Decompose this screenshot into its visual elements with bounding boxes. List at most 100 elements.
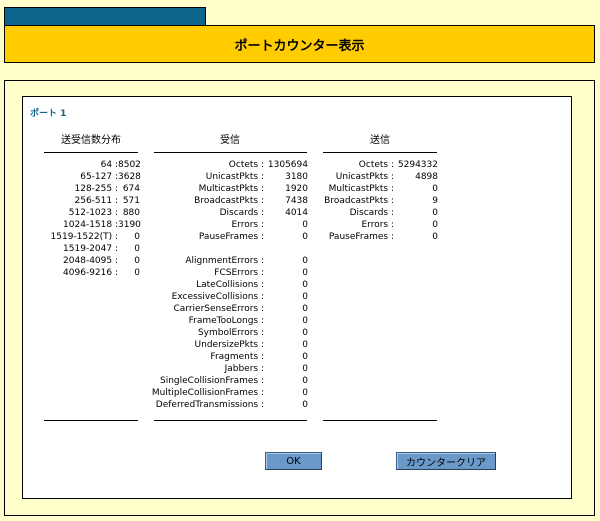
counter-label: 65-127 : — [80, 172, 118, 182]
counter-value: 0 — [302, 220, 308, 230]
counter-label: MulticastPkts : — [328, 184, 394, 194]
list-item: Jabbers : 0 — [150, 363, 310, 375]
counter-label: Jabbers : — [224, 364, 264, 374]
counter-label: BroadcastPkts : — [324, 196, 394, 206]
counter-label: MultipleCollisionFrames : — [151, 388, 264, 398]
counter-label: UnicastPkts : — [335, 172, 394, 182]
ok-button[interactable]: OK — [265, 452, 322, 470]
list-item: Discards : 4014 — [150, 207, 310, 219]
distribution-list: 64 :8502 65-127 :3628 128-255 :674 256-5… — [40, 159, 141, 279]
list-item: 2048-4095 : 0 — [40, 255, 140, 267]
counter-value: 0 — [302, 292, 308, 302]
counter-clear-button[interactable]: カウンタークリア — [396, 452, 496, 470]
list-item: 512-1023 : 880 — [40, 207, 140, 219]
list-item: 64 :8502 — [40, 159, 141, 171]
counter-label: 128-255 : — [74, 184, 119, 194]
send-heading: 送信 — [370, 135, 390, 146]
list-item: LateCollisions : 0 — [150, 279, 310, 291]
counter-label: DeferredTransmissions : — [155, 400, 264, 410]
counter-value: 1305694 — [267, 160, 308, 170]
list-item: PauseFrames : 0 — [320, 231, 440, 243]
counter-label: UndersizePkts : — [194, 340, 264, 350]
distribution-top-rule — [44, 152, 138, 153]
list-item: Errors : 0 — [150, 219, 310, 231]
counter-label: Errors : — [231, 220, 264, 230]
list-item: Errors : 0 — [320, 219, 440, 231]
counter-label: ExcessiveCollisions : — [171, 292, 264, 302]
counter-value: 0 — [302, 352, 308, 362]
header-bar: ポートカウンター表示 — [4, 25, 595, 63]
counter-label: 1024-1518 : — [63, 220, 118, 230]
counter-label: Errors : — [361, 220, 394, 230]
list-item: UnicastPkts : 4898 — [320, 171, 440, 183]
counter-value: 0 — [302, 376, 308, 386]
list-item: MulticastPkts : 0 — [320, 183, 440, 195]
counter-label: Octets : — [228, 160, 264, 170]
list-item: Octets :1305694 — [150, 159, 310, 171]
counter-label: 64 : — [100, 160, 118, 170]
list-item: PauseFrames : 0 — [150, 231, 310, 243]
list-item: 4096-9216 : 0 — [40, 267, 140, 279]
counter-value: 4898 — [415, 172, 438, 182]
counter-value: 0 — [302, 280, 308, 290]
counter-label: 4096-9216 : — [63, 268, 118, 278]
list-item: UnicastPkts : 3180 — [150, 171, 310, 183]
list-item: Discards : 0 — [320, 207, 440, 219]
counter-label: 2048-4095 : — [63, 256, 118, 266]
list-item: 1519-1522(T) : 0 — [40, 231, 140, 243]
counter-value: 0 — [134, 268, 140, 278]
counter-label: 1519-1522(T) : — [50, 232, 118, 242]
counter-value: 0 — [302, 388, 308, 398]
counter-label: SymbolErrors : — [197, 328, 264, 338]
port-label: ポート 1 — [30, 109, 67, 119]
counter-value: 9 — [432, 196, 438, 206]
counter-value: 8502 — [118, 160, 141, 170]
list-item: 1024-1518 :3190 — [40, 219, 141, 231]
list-item: MulticastPkts : 1920 — [150, 183, 310, 195]
counter-label: AlignmentErrors : — [185, 256, 264, 266]
counter-value: 0 — [302, 340, 308, 350]
counter-label: BroadcastPkts : — [194, 196, 264, 206]
list-item: ExcessiveCollisions : 0 — [150, 291, 310, 303]
counter-value: 674 — [122, 184, 140, 194]
counter-value: 4014 — [285, 208, 308, 218]
list-item: 1519-2047 : 0 — [40, 243, 140, 255]
list-item: UndersizePkts : 0 — [150, 339, 310, 351]
counter-value: 0 — [302, 256, 308, 266]
counter-value: 3190 — [118, 220, 141, 230]
list-item: 65-127 :3628 — [40, 171, 141, 183]
counter-label: 256-511 : — [74, 196, 119, 206]
counter-label: PauseFrames : — [198, 232, 264, 242]
counter-label: MulticastPkts : — [198, 184, 264, 194]
counter-value: 0 — [134, 256, 140, 266]
send-bottom-rule — [323, 420, 437, 421]
receive-list: Octets :1305694 UnicastPkts : 3180 Multic… — [150, 159, 310, 411]
list-item: AlignmentErrors : 0 — [150, 255, 310, 267]
list-item: 256-511 :571 — [40, 195, 141, 207]
list-item: MultipleCollisionFrames : 0 — [150, 387, 310, 399]
list-item: Fragments : 0 — [150, 351, 310, 363]
counter-label: CarrierSenseErrors : — [173, 304, 264, 314]
counter-value: 7438 — [285, 196, 308, 206]
counter-label: Discards : — [219, 208, 264, 218]
list-item: BroadcastPkts : 7438 — [150, 195, 310, 207]
counter-label: UnicastPkts : — [205, 172, 264, 182]
counter-label: Fragments : — [210, 352, 264, 362]
counter-value: 0 — [302, 328, 308, 338]
distribution-heading: 送受信数分布 — [61, 135, 121, 146]
counter-value: 0 — [302, 400, 308, 410]
send-list: Octets :5294332 UnicastPkts : 4898 Multic… — [320, 159, 440, 243]
counter-label: FrameTooLongs : — [188, 316, 264, 326]
list-item: SymbolErrors : 0 — [150, 327, 310, 339]
counter-value: 0 — [432, 184, 438, 194]
list-item: BroadcastPkts : 9 — [320, 195, 440, 207]
counter-value: 1920 — [285, 184, 308, 194]
counter-value: 0 — [302, 364, 308, 374]
counter-value: 3628 — [118, 172, 141, 182]
receive-top-rule — [154, 152, 307, 153]
counter-label: Octets : — [358, 160, 394, 170]
counter-label: FCSErrors : — [214, 268, 264, 278]
list-item: Octets :5294332 — [320, 159, 440, 171]
counter-value: 0 — [302, 304, 308, 314]
